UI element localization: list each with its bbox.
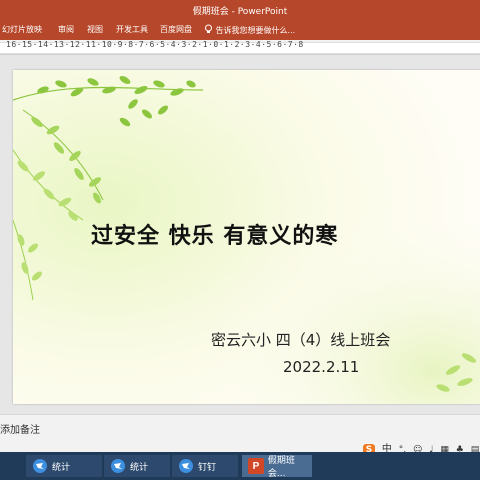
taskbar-item-label: 统计 <box>52 462 71 473</box>
slide-title[interactable]: 过安全 快乐 有意义的寒 <box>91 218 338 250</box>
taskbar-item-label: 钉钉 <box>198 462 217 473</box>
window-title: 假期班会 - PowerPoint <box>192 7 288 17</box>
slide-canvas[interactable]: 过安全 快乐 有意义的寒 密云六小 四（4）线上班会 2022.2.11 <box>13 70 480 404</box>
taskbar-item-dingtalk[interactable]: 钉钉 <box>172 455 238 477</box>
taskbar-item-powerpoint[interactable]: P 假期班会... <box>242 455 312 479</box>
tab-baidu-netdisk[interactable]: 百度网盘 <box>160 24 192 35</box>
bird-icon <box>110 458 126 474</box>
ruler-labels: 16·15·14·13·12·11·10·9·8·7·6·5·4·3·2·1·0… <box>6 40 304 49</box>
taskbar-item-label: 假期班会... <box>267 456 295 479</box>
taskbar: 统计 统计 钉钉 P 假期班会... <box>0 452 480 480</box>
ribbon-tabs: 幻灯片放映 审阅 视图 开发工具 百度网盘 告诉我您想要做什么... <box>0 20 480 40</box>
tab-developer[interactable]: 开发工具 <box>116 24 148 35</box>
dingtalk-icon <box>178 458 194 474</box>
tell-me-text: 告诉我您想要做什么... <box>215 26 296 35</box>
notes-pane[interactable]: 添加备注 <box>0 414 480 439</box>
tell-me-box[interactable]: 告诉我您想要做什么... <box>204 24 295 36</box>
slide-date[interactable]: 2022.2.11 <box>283 358 359 376</box>
taskbar-item-label: 统计 <box>130 462 149 473</box>
title-bar: 假期班会 - PowerPoint <box>0 0 480 20</box>
tab-review[interactable]: 审阅 <box>58 24 74 35</box>
tab-slideshow[interactable]: 幻灯片放映 <box>2 24 42 35</box>
powerpoint-icon: P <box>248 458 264 474</box>
bird-icon <box>32 458 48 474</box>
tab-view[interactable]: 视图 <box>87 24 103 35</box>
notes-placeholder[interactable]: 添加备注 <box>0 421 40 436</box>
taskbar-item-stats-2[interactable]: 统计 <box>104 455 170 477</box>
taskbar-item-stats-1[interactable]: 统计 <box>26 455 102 477</box>
horizontal-ruler[interactable]: 16·15·14·13·12·11·10·9·8·7·6·5·4·3·2·1·0… <box>0 40 480 55</box>
slide-subtitle[interactable]: 密云六小 四（4）线上班会 <box>211 329 390 350</box>
lightbulb-icon <box>205 24 212 33</box>
